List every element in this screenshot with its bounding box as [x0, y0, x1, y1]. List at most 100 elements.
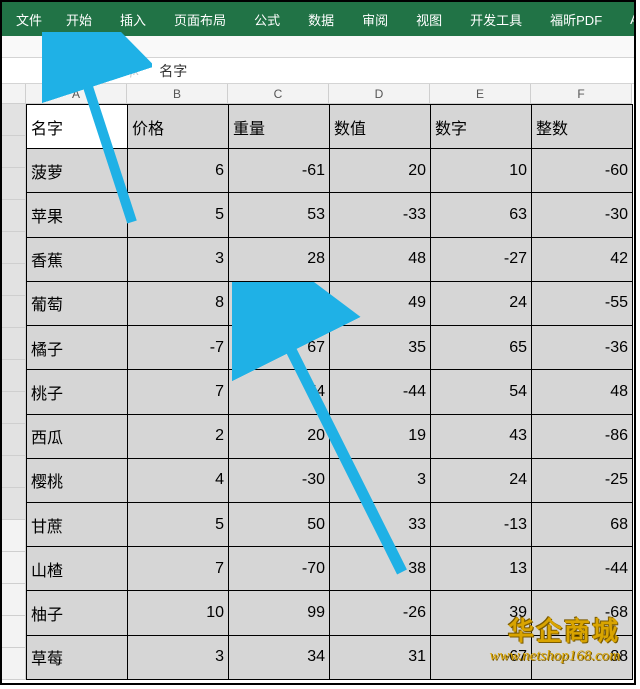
cell-value[interactable]: 53 [229, 193, 330, 237]
cell-value[interactable]: 6 [128, 149, 229, 193]
name-box[interactable] [2, 58, 86, 83]
cell-value[interactable]: -61 [229, 149, 330, 193]
cell-value[interactable]: 5 [128, 193, 229, 237]
rowhead[interactable] [2, 136, 26, 168]
cell-header[interactable]: 数值 [330, 105, 431, 149]
select-all-corner[interactable] [2, 84, 26, 104]
cell-value[interactable]: 24 [431, 281, 532, 325]
tab-abbyy[interactable]: ABBYY [616, 2, 636, 36]
cell-value[interactable]: 42 [532, 237, 633, 281]
tab-layout[interactable]: 页面布局 [160, 2, 240, 36]
fx-icon[interactable]: fx [130, 63, 139, 79]
cell-value[interactable]: 54 [431, 370, 532, 414]
cell-name[interactable]: 香蕉 [27, 237, 128, 281]
cell-value[interactable]: -13 [431, 502, 532, 546]
tab-foxitpdf[interactable]: 福昕PDF [536, 2, 616, 36]
rowhead[interactable] [2, 200, 26, 232]
cell-value[interactable]: 7 [128, 370, 229, 414]
cell-value[interactable]: 10 [128, 591, 229, 635]
cell-value[interactable]: 67 [229, 326, 330, 370]
tab-home[interactable]: 开始 [52, 2, 106, 36]
colhead-a[interactable]: A [26, 84, 127, 104]
cell-name[interactable]: 苹果 [27, 193, 128, 237]
cell-value[interactable]: 38 [330, 547, 431, 591]
rowhead[interactable] [2, 392, 26, 424]
cell-value[interactable]: 35 [330, 326, 431, 370]
cell-value[interactable]: 28 [229, 237, 330, 281]
rowhead[interactable] [2, 168, 26, 200]
colhead-e[interactable]: E [430, 84, 531, 104]
cell-header[interactable]: 重量 [229, 105, 330, 149]
cell-value[interactable]: 49 [330, 281, 431, 325]
tab-review[interactable]: 审阅 [348, 2, 402, 36]
cell-value[interactable]: -81 [229, 281, 330, 325]
cell-value[interactable]: 3 [330, 458, 431, 502]
cell-value[interactable]: -26 [330, 591, 431, 635]
cell-header[interactable]: 价格 [128, 105, 229, 149]
cell-value[interactable]: -27 [431, 237, 532, 281]
cell-name[interactable]: 葡萄 [27, 281, 128, 325]
rowhead[interactable] [2, 456, 26, 488]
cell-value[interactable]: -55 [532, 281, 633, 325]
cell-name[interactable]: 樱桃 [27, 458, 128, 502]
cell-value[interactable]: -30 [229, 458, 330, 502]
cell-value[interactable]: -44 [330, 370, 431, 414]
tab-devtools[interactable]: 开发工具 [456, 2, 536, 36]
cell-value[interactable]: -36 [532, 326, 633, 370]
cell-value[interactable]: 63 [431, 193, 532, 237]
rowhead[interactable] [2, 488, 26, 520]
cell-value[interactable]: 48 [532, 370, 633, 414]
cell-value[interactable]: -7 [128, 326, 229, 370]
rowhead[interactable] [2, 648, 26, 680]
cell-value[interactable]: 8 [128, 281, 229, 325]
rowhead[interactable] [2, 584, 26, 616]
cell-value[interactable]: 7 [128, 547, 229, 591]
rowhead[interactable] [2, 296, 26, 328]
cell-name[interactable]: 柚子 [27, 591, 128, 635]
cell-value[interactable]: 5 [128, 502, 229, 546]
cell-value[interactable]: 33 [330, 502, 431, 546]
cell-value[interactable]: 31 [330, 635, 431, 679]
colhead-c[interactable]: C [228, 84, 329, 104]
cell-value[interactable]: 10 [431, 149, 532, 193]
cell-value[interactable]: 20 [330, 149, 431, 193]
cell-value[interactable]: 3 [128, 635, 229, 679]
rowhead[interactable] [2, 264, 26, 296]
confirm-icon[interactable]: ✓ [111, 63, 122, 79]
cell-value[interactable]: -86 [532, 414, 633, 458]
cell-name[interactable]: 菠萝 [27, 149, 128, 193]
cell-name[interactable]: 桃子 [27, 370, 128, 414]
cell-value[interactable]: 68 [532, 502, 633, 546]
cancel-icon[interactable]: ✕ [92, 63, 103, 79]
cell-value[interactable]: 48 [330, 237, 431, 281]
colhead-b[interactable]: B [127, 84, 228, 104]
cell-value[interactable]: -33 [330, 193, 431, 237]
cell-name[interactable]: 橘子 [27, 326, 128, 370]
rowhead[interactable] [2, 104, 26, 136]
tab-formula[interactable]: 公式 [240, 2, 294, 36]
rowhead[interactable] [2, 360, 26, 392]
rowhead[interactable] [2, 520, 26, 552]
rowhead[interactable] [2, 424, 26, 456]
cell-name[interactable]: 山楂 [27, 547, 128, 591]
cell-value[interactable]: 65 [431, 326, 532, 370]
cell-value[interactable]: 24 [431, 458, 532, 502]
cell-value[interactable]: 3 [128, 237, 229, 281]
cell-value[interactable]: -60 [532, 149, 633, 193]
cell-value[interactable]: 43 [431, 414, 532, 458]
rowhead[interactable] [2, 232, 26, 264]
rowhead[interactable] [2, 552, 26, 584]
cell-value[interactable]: 74 [229, 370, 330, 414]
data-table[interactable]: 名字 价格 重量 数值 数字 整数 菠萝6-612010-60苹果553-336… [26, 104, 633, 680]
cell-value[interactable]: 19 [330, 414, 431, 458]
colhead-f[interactable]: F [531, 84, 632, 104]
formula-value[interactable]: 名字 [145, 61, 187, 81]
cell-value[interactable]: 4 [128, 458, 229, 502]
tab-insert[interactable]: 插入 [106, 2, 160, 36]
cell-name[interactable]: 甘蔗 [27, 502, 128, 546]
cell-name[interactable]: 西瓜 [27, 414, 128, 458]
tab-data[interactable]: 数据 [294, 2, 348, 36]
cell-header[interactable]: 整数 [532, 105, 633, 149]
cell-value[interactable]: 13 [431, 547, 532, 591]
tab-view[interactable]: 视图 [402, 2, 456, 36]
